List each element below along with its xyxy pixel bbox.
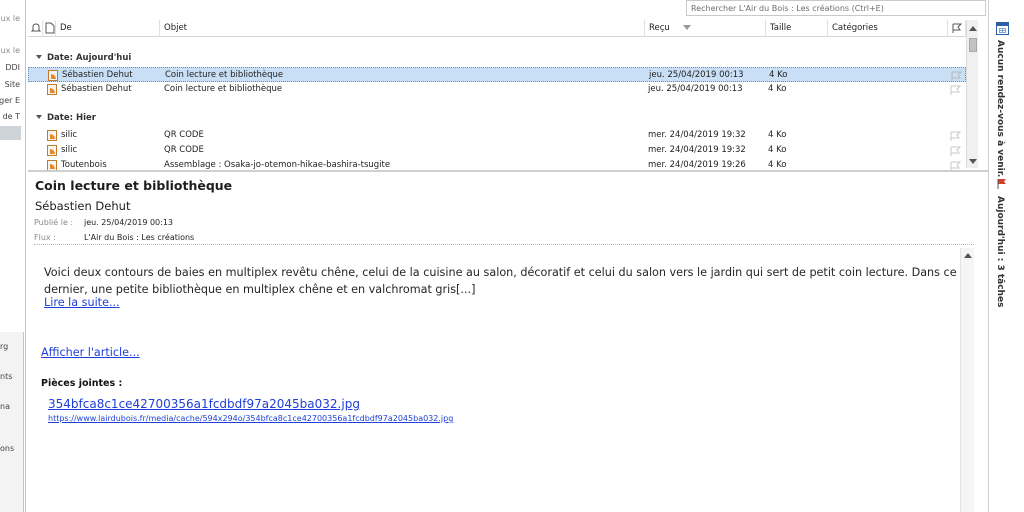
- rss-item-icon: [47, 145, 57, 156]
- message-subject: Assemblage : Osaka-jo-otemon-hikae-bashi…: [164, 160, 391, 170]
- header-divider: [34, 244, 974, 245]
- categories-column[interactable]: Catégories: [828, 20, 948, 37]
- message-from: silic: [61, 145, 78, 155]
- nav-fragment[interactable]: nts: [0, 372, 12, 381]
- nav-lower-pane: rg nts na ons: [0, 332, 24, 512]
- rss-item-icon: [48, 70, 58, 81]
- todo-bar: Aucun rendez-vous à venir. Aujourd'hui :…: [988, 0, 1024, 512]
- flag-outline-icon: [952, 23, 962, 33]
- flag-outline-icon[interactable]: [950, 161, 961, 170]
- message-received: jeu. 25/04/2019 00:13: [649, 70, 744, 80]
- message-row[interactable]: Toutenbois Assemblage : Osaka-jo-otemon-…: [28, 158, 966, 170]
- message-from: Sébastien Dehut: [62, 70, 133, 80]
- search-box[interactable]: [686, 0, 986, 16]
- published-label: Publié le :: [34, 218, 74, 227]
- red-flag-icon[interactable]: [997, 178, 1007, 190]
- bell-icon: [30, 23, 42, 32]
- read-more-link[interactable]: Lire la suite...: [44, 296, 120, 309]
- received-column[interactable]: Reçu: [645, 20, 766, 37]
- flag-outline-icon[interactable]: [950, 85, 961, 95]
- icon-column[interactable]: [43, 20, 56, 37]
- document-icon: [45, 22, 55, 34]
- message-list-scrollbar[interactable]: [966, 20, 978, 168]
- received-label: Reçu: [649, 23, 670, 33]
- size-column[interactable]: Taille: [766, 20, 828, 37]
- message-subject: Coin lecture et bibliothèque: [165, 70, 284, 80]
- scroll-up-icon[interactable]: [969, 26, 977, 31]
- column-header: De Objet Reçu Taille Catégories: [28, 20, 978, 37]
- group-header-today[interactable]: Date: Aujourd'hui: [36, 53, 131, 63]
- message-from: Toutenbois: [61, 160, 107, 170]
- group-label: Date: Aujourd'hui: [47, 53, 132, 63]
- message-row[interactable]: Sébastien Dehut Coin lecture et biblioth…: [28, 67, 966, 82]
- scrollbar-thumb[interactable]: [969, 38, 977, 52]
- group-label: Date: Hier: [47, 113, 96, 123]
- attachments-label: Pièces jointes :: [41, 378, 123, 389]
- reading-title: Coin lecture et bibliothèque: [35, 178, 233, 193]
- message-list: Date: Aujourd'hui Sébastien Dehut Coin l…: [28, 38, 966, 170]
- message-received: mer. 24/04/2019 19:32: [648, 130, 746, 140]
- appointments-text[interactable]: Aucun rendez-vous à venir.: [995, 40, 1005, 177]
- importance-column[interactable]: [28, 20, 43, 37]
- message-size: 4 Ko: [769, 70, 788, 80]
- calendar-icon[interactable]: [996, 22, 1009, 35]
- main-area: De Objet Reçu Taille Catégories Date: Au…: [28, 0, 988, 512]
- sort-down-icon: [683, 25, 691, 30]
- nav-fragment[interactable]: ons: [0, 444, 14, 453]
- nav-fragment[interactable]: Site: [5, 80, 20, 89]
- message-row[interactable]: Sébastien Dehut Coin lecture et biblioth…: [28, 82, 966, 97]
- collapse-triangle-icon[interactable]: [36, 55, 42, 59]
- nav-fragment[interactable]: ger E: [0, 96, 20, 105]
- navigation-pane: ux le ux le DDI Site ger E de T rg nts n…: [0, 0, 26, 512]
- nav-fragment[interactable]: DDI: [5, 63, 20, 72]
- rss-item-icon: [47, 130, 57, 141]
- article-body: Voici deux contours de baies en multiple…: [44, 266, 957, 296]
- nav-selected-item[interactable]: [0, 126, 21, 140]
- from-column[interactable]: De: [56, 20, 160, 37]
- search-input[interactable]: [687, 1, 985, 15]
- pane-splitter[interactable]: [28, 170, 988, 172]
- show-article-link[interactable]: Afficher l'article...: [41, 346, 140, 359]
- flag-outline-icon[interactable]: [950, 146, 961, 156]
- message-size: 4 Ko: [768, 130, 787, 140]
- rss-item-icon: [47, 160, 57, 170]
- feed-label: Flux :: [34, 233, 56, 242]
- message-subject: QR CODE: [164, 145, 204, 155]
- flag-outline-icon[interactable]: [950, 131, 961, 141]
- scroll-up-icon[interactable]: [964, 253, 972, 258]
- nav-fragment[interactable]: rg: [0, 342, 8, 351]
- nav-fragment[interactable]: ux le: [1, 46, 21, 55]
- scroll-down-icon[interactable]: [969, 159, 977, 164]
- group-header-yesterday[interactable]: Date: Hier: [36, 113, 96, 123]
- subject-column[interactable]: Objet: [160, 20, 645, 37]
- reading-pane-scrollbar[interactable]: [960, 248, 974, 512]
- message-subject: Coin lecture et bibliothèque: [164, 84, 283, 94]
- message-from: Sébastien Dehut: [61, 84, 132, 94]
- attachment-file-link[interactable]: 354bfca8c1ce42700356a1fcdbdf97a2045ba032…: [48, 397, 360, 411]
- rss-item-icon: [47, 84, 57, 95]
- message-row[interactable]: silic QR CODE mer. 24/04/2019 19:32 4 Ko: [28, 143, 966, 158]
- message-size: 4 Ko: [768, 160, 787, 170]
- published-value: jeu. 25/04/2019 00:13: [84, 218, 174, 227]
- message-row[interactable]: silic QR CODE mer. 24/04/2019 19:32 4 Ko: [28, 128, 966, 143]
- flag-outline-icon[interactable]: [951, 71, 962, 81]
- message-from: silic: [61, 130, 78, 140]
- message-received: mer. 24/04/2019 19:26: [648, 160, 746, 170]
- message-size: 4 Ko: [768, 145, 787, 155]
- collapse-triangle-icon[interactable]: [36, 115, 42, 119]
- reading-author: Sébastien Dehut: [35, 199, 131, 213]
- tasks-text[interactable]: Aujourd'hui : 3 tâches: [995, 196, 1005, 307]
- message-received: jeu. 25/04/2019 00:13: [648, 84, 743, 94]
- nav-fragment[interactable]: ux le: [1, 14, 21, 23]
- message-subject: QR CODE: [164, 130, 204, 140]
- flag-column[interactable]: [948, 20, 966, 37]
- message-size: 4 Ko: [768, 84, 787, 94]
- attachment-url-link[interactable]: https://www.lairdubois.fr/media/cache/59…: [48, 414, 453, 423]
- message-received: mer. 24/04/2019 19:32: [648, 145, 746, 155]
- nav-fragment[interactable]: na: [0, 402, 10, 411]
- nav-fragment[interactable]: de T: [3, 112, 20, 121]
- feed-value: L'Air du Bois : Les créations: [84, 233, 195, 242]
